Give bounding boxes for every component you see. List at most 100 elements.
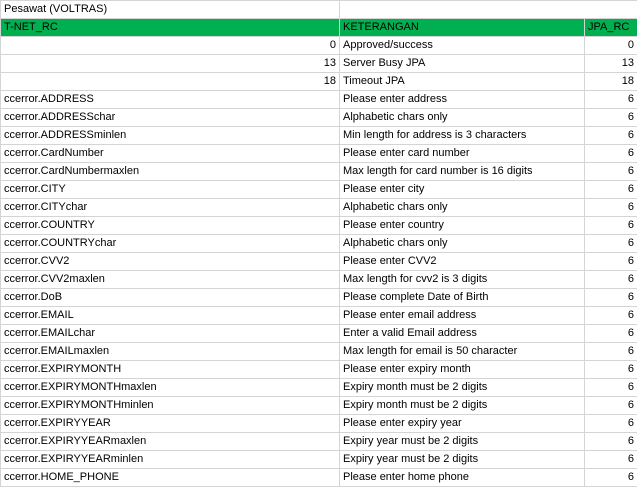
- table-row: ccerror.ADDRESSminlen Min length for addr…: [0, 126, 637, 145]
- jpa-rc-cell[interactable]: 6: [584, 450, 637, 469]
- keterangan-cell[interactable]: Server Busy JPA: [339, 54, 585, 73]
- t-net-rc-cell[interactable]: ccerror.CITY: [0, 180, 340, 199]
- table-row: ccerror.CardNumbermaxlen Max length for c…: [0, 162, 637, 181]
- header-cell-jpa-rc[interactable]: JPA_RC: [584, 18, 637, 37]
- keterangan-cell[interactable]: Please enter city: [339, 180, 585, 199]
- t-net-rc-cell[interactable]: ccerror.EXPIRYYEARminlen: [0, 450, 340, 469]
- jpa-rc-cell[interactable]: 6: [584, 198, 637, 217]
- keterangan-cell[interactable]: Please enter address: [339, 90, 585, 109]
- jpa-rc-cell[interactable]: 0: [584, 36, 637, 55]
- table-row: ccerror.EMAIL Please enter email address 6: [0, 306, 637, 325]
- keterangan-cell[interactable]: Alphabetic chars only: [339, 108, 585, 127]
- empty-cell[interactable]: [584, 0, 637, 19]
- t-net-rc-cell[interactable]: ccerror.COUNTRY: [0, 216, 340, 235]
- keterangan-cell[interactable]: Please enter email address: [339, 306, 585, 325]
- t-net-rc-cell[interactable]: ccerror.DoB: [0, 288, 340, 307]
- jpa-rc-cell[interactable]: 13: [584, 54, 637, 73]
- t-net-rc-cell[interactable]: ccerror.EMAILchar: [0, 324, 340, 343]
- t-net-rc-cell[interactable]: ccerror.ADDRESS: [0, 90, 340, 109]
- table-row: 0 Approved/success 0: [0, 36, 637, 55]
- header-row: T-NET_RC KETERANGAN JPA_RC: [0, 18, 637, 37]
- table-row: ccerror.EXPIRYYEARminlen Expiry year must…: [0, 450, 637, 469]
- jpa-rc-cell[interactable]: 6: [584, 306, 637, 325]
- keterangan-cell[interactable]: Please enter expiry month: [339, 360, 585, 379]
- jpa-rc-cell[interactable]: 18: [584, 72, 637, 91]
- keterangan-cell[interactable]: Please enter card number: [339, 144, 585, 163]
- table-row: 18 Timeout JPA 18: [0, 72, 637, 91]
- keterangan-cell[interactable]: Alphabetic chars only: [339, 198, 585, 217]
- t-net-rc-cell[interactable]: ccerror.CVV2: [0, 252, 340, 271]
- keterangan-cell[interactable]: Max length for cvv2 is 3 digits: [339, 270, 585, 289]
- jpa-rc-cell[interactable]: 6: [584, 324, 637, 343]
- header-cell-keterangan[interactable]: KETERANGAN: [339, 18, 585, 37]
- keterangan-cell[interactable]: Timeout JPA: [339, 72, 585, 91]
- t-net-rc-cell[interactable]: ccerror.CardNumber: [0, 144, 340, 163]
- keterangan-cell[interactable]: Expiry year must be 2 digits: [339, 450, 585, 469]
- keterangan-cell[interactable]: Max length for card number is 16 digits: [339, 162, 585, 181]
- table-row: ccerror.ADDRESS Please enter address 6: [0, 90, 637, 109]
- t-net-rc-cell[interactable]: ccerror.COUNTRYchar: [0, 234, 340, 253]
- t-net-rc-cell[interactable]: ccerror.EXPIRYMONTH: [0, 360, 340, 379]
- t-net-rc-cell[interactable]: ccerror.CVV2maxlen: [0, 270, 340, 289]
- jpa-rc-cell[interactable]: 6: [584, 234, 637, 253]
- keterangan-cell[interactable]: Expiry year must be 2 digits: [339, 432, 585, 451]
- table-row: ccerror.DoB Please complete Date of Birth…: [0, 288, 637, 307]
- jpa-rc-cell[interactable]: 6: [584, 180, 637, 199]
- empty-cell[interactable]: [339, 0, 585, 19]
- sheet-title-cell[interactable]: Pesawat (VOLTRAS): [0, 0, 340, 19]
- keterangan-cell[interactable]: Please enter country: [339, 216, 585, 235]
- keterangan-cell[interactable]: Max length for email is 50 character: [339, 342, 585, 361]
- data-table: Pesawat (VOLTRAS) T-NET_RC KETERANGAN JP…: [0, 0, 637, 487]
- t-net-rc-cell[interactable]: ccerror.EMAIL: [0, 306, 340, 325]
- jpa-rc-cell[interactable]: 6: [584, 270, 637, 289]
- jpa-rc-cell[interactable]: 6: [584, 288, 637, 307]
- table-row: ccerror.CardNumber Please enter card numb…: [0, 144, 637, 163]
- table-row: ccerror.EMAILchar Enter a valid Email add…: [0, 324, 637, 343]
- jpa-rc-cell[interactable]: 6: [584, 90, 637, 109]
- t-net-rc-cell[interactable]: 13: [0, 54, 340, 73]
- keterangan-cell[interactable]: Please enter expiry year: [339, 414, 585, 433]
- t-net-rc-cell[interactable]: ccerror.EXPIRYYEAR: [0, 414, 340, 433]
- keterangan-cell[interactable]: Min length for address is 3 characters: [339, 126, 585, 145]
- keterangan-cell[interactable]: Please enter home phone: [339, 468, 585, 487]
- table-row: ccerror.EXPIRYYEARmaxlen Expiry year must…: [0, 432, 637, 451]
- jpa-rc-cell[interactable]: 6: [584, 126, 637, 145]
- jpa-rc-cell[interactable]: 6: [584, 414, 637, 433]
- t-net-rc-cell[interactable]: ccerror.EXPIRYMONTHmaxlen: [0, 378, 340, 397]
- t-net-rc-cell[interactable]: ccerror.ADDRESSminlen: [0, 126, 340, 145]
- table-row: ccerror.EXPIRYMONTHmaxlen Expiry month mu…: [0, 378, 637, 397]
- keterangan-cell[interactable]: Approved/success: [339, 36, 585, 55]
- jpa-rc-cell[interactable]: 6: [584, 252, 637, 271]
- jpa-rc-cell[interactable]: 6: [584, 360, 637, 379]
- keterangan-cell[interactable]: Enter a valid Email address: [339, 324, 585, 343]
- jpa-rc-cell[interactable]: 6: [584, 162, 637, 181]
- table-row: ccerror.CVV2maxlen Max length for cvv2 is…: [0, 270, 637, 289]
- table-row: ccerror.EXPIRYYEAR Please enter expiry ye…: [0, 414, 637, 433]
- t-net-rc-cell[interactable]: ccerror.CardNumbermaxlen: [0, 162, 340, 181]
- keterangan-cell[interactable]: Expiry month must be 2 digits: [339, 378, 585, 397]
- jpa-rc-cell[interactable]: 6: [584, 378, 637, 397]
- header-cell-t-net-rc[interactable]: T-NET_RC: [0, 18, 340, 37]
- jpa-rc-cell[interactable]: 6: [584, 432, 637, 451]
- jpa-rc-cell[interactable]: 6: [584, 342, 637, 361]
- jpa-rc-cell[interactable]: 6: [584, 396, 637, 415]
- t-net-rc-cell[interactable]: 0: [0, 36, 340, 55]
- jpa-rc-cell[interactable]: 6: [584, 108, 637, 127]
- t-net-rc-cell[interactable]: ccerror.EXPIRYYEARmaxlen: [0, 432, 340, 451]
- t-net-rc-cell[interactable]: ccerror.ADDRESSchar: [0, 108, 340, 127]
- jpa-rc-cell[interactable]: 6: [584, 468, 637, 487]
- table-row: ccerror.CVV2 Please enter CVV2 6: [0, 252, 637, 271]
- jpa-rc-cell[interactable]: 6: [584, 216, 637, 235]
- jpa-rc-cell[interactable]: 6: [584, 144, 637, 163]
- t-net-rc-cell[interactable]: ccerror.EXPIRYMONTHminlen: [0, 396, 340, 415]
- t-net-rc-cell[interactable]: ccerror.EMAILmaxlen: [0, 342, 340, 361]
- table-row: 13 Server Busy JPA 13: [0, 54, 637, 73]
- t-net-rc-cell[interactable]: ccerror.CITYchar: [0, 198, 340, 217]
- keterangan-cell[interactable]: Please enter CVV2: [339, 252, 585, 271]
- table-row: ccerror.CITYchar Alphabetic chars only 6: [0, 198, 637, 217]
- keterangan-cell[interactable]: Expiry month must be 2 digits: [339, 396, 585, 415]
- keterangan-cell[interactable]: Please complete Date of Birth: [339, 288, 585, 307]
- keterangan-cell[interactable]: Alphabetic chars only: [339, 234, 585, 253]
- t-net-rc-cell[interactable]: 18: [0, 72, 340, 91]
- t-net-rc-cell[interactable]: ccerror.HOME_PHONE: [0, 468, 340, 487]
